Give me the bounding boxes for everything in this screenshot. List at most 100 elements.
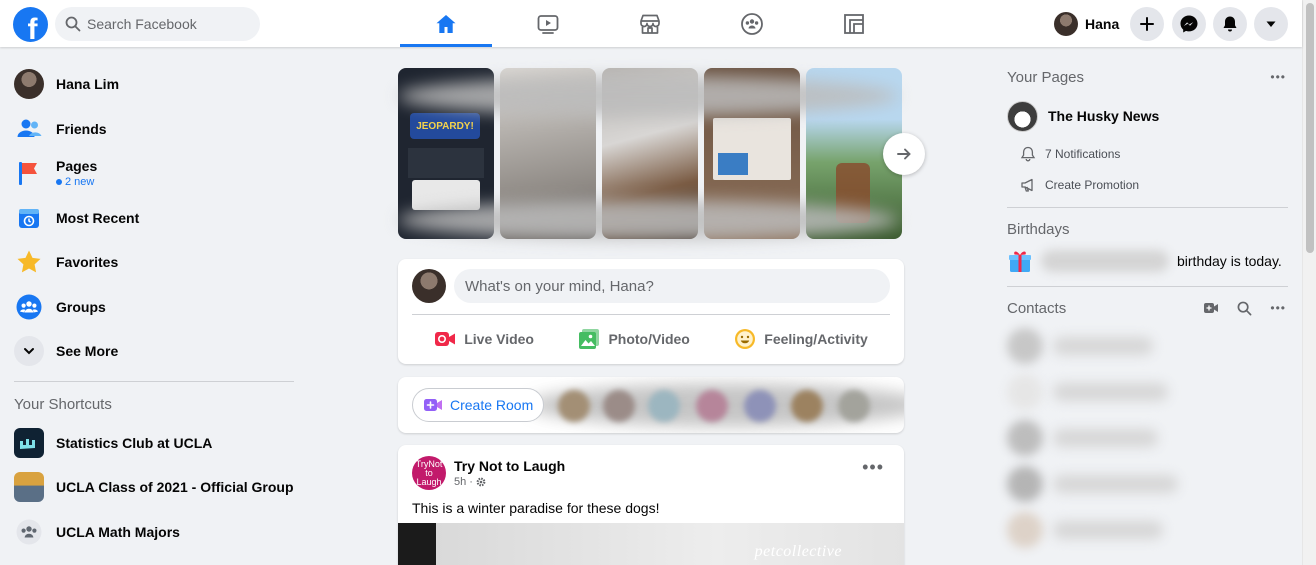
- post-options-button[interactable]: •••: [862, 457, 884, 478]
- contact-item[interactable]: [1007, 461, 1288, 507]
- home-icon: [436, 14, 456, 33]
- live-video-button[interactable]: Live Video: [434, 321, 534, 357]
- search-icon: [65, 16, 81, 32]
- room-avatar[interactable]: [744, 390, 776, 422]
- search-icon[interactable]: [1237, 301, 1252, 316]
- birthday-row[interactable]: birthday is today.: [1007, 244, 1288, 278]
- create-promotion-link[interactable]: Create Promotion: [1007, 169, 1288, 200]
- contact-item[interactable]: [1007, 323, 1288, 369]
- sidebar-item-pages[interactable]: Pages 2 new: [8, 151, 298, 196]
- create-room-button[interactable]: Create Room: [412, 388, 545, 422]
- pages-new-count: 2 new: [65, 176, 95, 189]
- chevron-down-icon: [24, 348, 34, 355]
- post-author-avatar[interactable]: TryNot to Laugh: [412, 456, 446, 490]
- post-video[interactable]: petcollective: [398, 523, 904, 565]
- page-item-husky-news[interactable]: The Husky News: [1007, 94, 1288, 138]
- shortcut-item-ucla-math-majors[interactable]: UCLA Math Majors: [8, 510, 298, 555]
- left-sidebar: Hana Lim Friends Pages 2 new Most Recent…: [8, 62, 298, 554]
- friends-icon: [17, 119, 42, 137]
- contact-item[interactable]: [1007, 415, 1288, 461]
- profile-chip[interactable]: Hana: [1050, 7, 1127, 41]
- live-video-icon: [435, 332, 456, 346]
- sidebar-item-label: UCLA Class of 2021 - Official Group: [56, 479, 294, 496]
- sidebar-item-label: Friends: [56, 120, 107, 137]
- sidebar-item-most-recent[interactable]: Most Recent: [8, 196, 298, 241]
- shortcut-item-ucla-class-2021[interactable]: UCLA Class of 2021 - Official Group: [8, 465, 298, 510]
- gear-icon: [476, 477, 486, 487]
- page-scrollbar[interactable]: [1302, 0, 1316, 565]
- logo-letter: f: [27, 13, 38, 42]
- notifications-button[interactable]: [1213, 7, 1247, 41]
- video-icon: [537, 14, 559, 34]
- page-name: The Husky News: [1048, 108, 1160, 124]
- store-icon: [640, 14, 660, 34]
- news-feed: JEOPARDY! What's on your mind, Hana? Liv…: [398, 68, 925, 565]
- sidebar-item-favorites[interactable]: Favorites: [8, 240, 298, 285]
- sidebar-item-profile[interactable]: Hana Lim: [8, 62, 298, 107]
- room-avatar[interactable]: [696, 390, 728, 422]
- contact-item[interactable]: [1007, 369, 1288, 415]
- contact-item[interactable]: [1007, 507, 1288, 553]
- shortcuts-title: Your Shortcuts: [14, 395, 112, 413]
- room-avatar[interactable]: [558, 390, 590, 422]
- more-dots-icon: •••: [862, 457, 884, 477]
- page-notifications-link[interactable]: 7 Notifications: [1007, 138, 1288, 169]
- room-avatar[interactable]: [603, 390, 635, 422]
- avatar: [1054, 12, 1078, 36]
- avatar: [14, 69, 44, 100]
- sidebar-item-groups[interactable]: Groups: [8, 285, 298, 330]
- composer-divider: [412, 314, 890, 315]
- messenger-button[interactable]: [1172, 7, 1206, 41]
- rooms-bar: Create Room: [398, 377, 904, 433]
- stories-next-button[interactable]: [883, 133, 925, 175]
- account-menu-button[interactable]: [1254, 7, 1288, 41]
- shortcut-item-statistics-club[interactable]: Statistics Club at UCLA: [8, 421, 298, 466]
- arrow-right-icon: [897, 148, 911, 160]
- your-pages-title: Your Pages: [1007, 68, 1085, 86]
- sidebar-item-label: Pages: [56, 158, 98, 175]
- story-blur-bottom: [398, 200, 898, 240]
- tab-home[interactable]: [400, 0, 492, 47]
- plus-icon: [1140, 17, 1154, 31]
- birthday-text: birthday is today.: [1177, 253, 1282, 269]
- sidebar-item-label: Favorites: [56, 254, 119, 271]
- sidebar-item-see-more[interactable]: See More: [8, 329, 298, 374]
- scrollbar-thumb[interactable]: [1306, 3, 1314, 253]
- facebook-logo[interactable]: f: [13, 7, 48, 42]
- post-avatar-text: TryNot to Laugh: [415, 458, 443, 487]
- search-box[interactable]: [55, 7, 260, 41]
- feeling-activity-button[interactable]: Feeling/Activity: [734, 321, 868, 357]
- post-meta: 5h ·: [454, 476, 565, 488]
- post-time[interactable]: 5h: [454, 476, 466, 488]
- tab-gaming[interactable]: [808, 0, 900, 47]
- create-button[interactable]: [1130, 7, 1164, 41]
- search-input[interactable]: [87, 16, 247, 32]
- group-default-icon: [16, 519, 42, 545]
- pages-options-button[interactable]: •••: [1270, 70, 1286, 84]
- photo-video-button[interactable]: Photo/Video: [578, 321, 690, 357]
- post-author-name[interactable]: Try Not to Laugh: [454, 458, 565, 474]
- right-divider: [1007, 207, 1288, 208]
- contacts-options-button[interactable]: •••: [1270, 301, 1286, 315]
- birthdays-title: Birthdays: [1007, 220, 1070, 238]
- room-avatar[interactable]: [648, 390, 680, 422]
- sidebar-item-label: UCLA Math Majors: [56, 523, 180, 540]
- create-room-label: Create Room: [450, 397, 534, 413]
- post-composer: What's on your mind, Hana? Live Video Ph…: [398, 259, 904, 364]
- story-caption: JEOPARDY!: [416, 120, 474, 132]
- page-avatar: [1007, 100, 1038, 132]
- composer-input[interactable]: What's on your mind, Hana?: [454, 269, 890, 303]
- contacts-title: Contacts: [1007, 299, 1067, 317]
- tab-watch[interactable]: [502, 0, 594, 47]
- create-promotion-label: Create Promotion: [1045, 177, 1140, 192]
- story-image: JEOPARDY!: [410, 113, 480, 139]
- new-room-icon[interactable]: [1203, 300, 1219, 316]
- post-text: This is a winter paradise for these dogs…: [412, 500, 660, 516]
- tab-groups[interactable]: [706, 0, 798, 47]
- sidebar-item-friends[interactable]: Friends: [8, 107, 298, 152]
- tab-marketplace[interactable]: [604, 0, 696, 47]
- megaphone-icon: [1021, 178, 1033, 192]
- composer-placeholder: What's on your mind, Hana?: [465, 277, 654, 295]
- room-avatar[interactable]: [838, 390, 870, 422]
- room-avatar[interactable]: [791, 390, 823, 422]
